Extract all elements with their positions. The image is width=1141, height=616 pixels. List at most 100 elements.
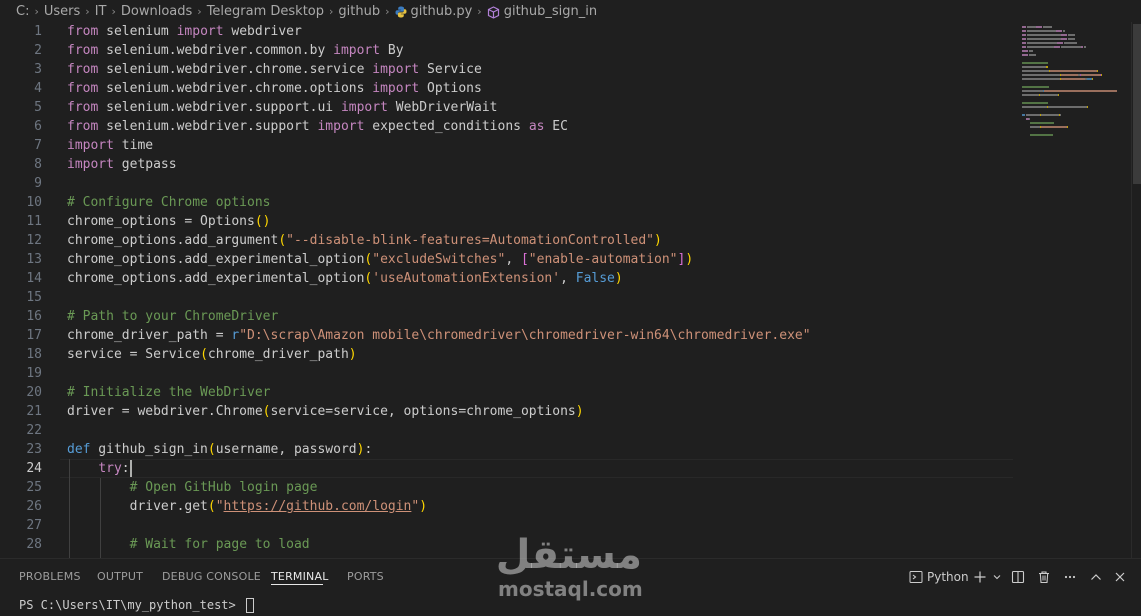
line-number[interactable]: 24 (2, 459, 42, 478)
breadcrumb-github-folder[interactable]: github (338, 4, 380, 19)
line-number[interactable]: 21 (2, 402, 42, 421)
breadcrumb-separator: › (385, 4, 390, 18)
code-line[interactable]: chrome_options = Options() (67, 212, 271, 231)
minimap-mark (1050, 70, 1097, 72)
line-number[interactable]: 7 (2, 136, 42, 155)
add-terminal-button[interactable] (971, 567, 989, 587)
code-line[interactable]: from selenium.webdriver.chrome.service i… (67, 60, 482, 79)
code-line[interactable]: driver = webdriver.Chrome(service=servic… (67, 402, 584, 421)
minimap-mark (1061, 46, 1081, 48)
code-line[interactable]: # Path to your ChromeDriver (67, 307, 278, 326)
line-number[interactable]: 8 (2, 155, 42, 174)
split-terminal-button[interactable] (1005, 567, 1031, 587)
line-number[interactable]: 20 (2, 383, 42, 402)
maximize-panel-button[interactable] (1083, 567, 1109, 587)
breadcrumb-telegram-desktop[interactable]: Telegram Desktop (207, 4, 324, 19)
code-area[interactable]: from selenium import webdriver from selen… (67, 22, 1017, 558)
breadcrumb-users[interactable]: Users (44, 4, 80, 19)
breadcrumb-file[interactable]: github.py (411, 4, 473, 19)
minimap[interactable] (1018, 22, 1130, 182)
code-line[interactable]: chrome_driver_path = r"D:\scrap\Amazon m… (67, 326, 811, 345)
kill-terminal-button[interactable] (1031, 567, 1057, 587)
line-number[interactable]: 11 (2, 212, 42, 231)
minimap-mark (1027, 46, 1054, 48)
minimap-mark (1081, 74, 1100, 76)
line-number[interactable]: 4 (2, 79, 42, 98)
breadcrumb-symbol[interactable]: github_sign_in (504, 4, 597, 19)
code-token: " (215, 499, 224, 514)
code-line[interactable]: from selenium import webdriver (67, 22, 302, 41)
code-line[interactable]: from selenium.webdriver.support.ui impor… (67, 98, 498, 117)
code-line[interactable]: import time (67, 136, 153, 155)
minimap-mark (1027, 26, 1036, 28)
code-line[interactable]: service = Service(chrome_driver_path) (67, 345, 357, 364)
code-token: ) (575, 404, 584, 419)
line-number[interactable]: 2 (2, 41, 42, 60)
minimap-mark (1101, 74, 1102, 76)
more-actions-button[interactable] (1057, 567, 1083, 587)
terminal-prompt: PS C:\Users\IT\my_python_test> (19, 598, 243, 612)
line-number[interactable]: 5 (2, 98, 42, 117)
tab-terminal[interactable]: TERMINAL (271, 570, 329, 583)
code-token: https://github.com/login (223, 499, 412, 514)
code-line[interactable]: driver.get("https://github.com/login") (67, 497, 427, 516)
line-number[interactable]: 18 (2, 345, 42, 364)
code-line[interactable]: # Wait for page to load (67, 535, 310, 554)
code-line[interactable]: # Initialize the WebDriver (67, 383, 271, 402)
code-token: from (67, 81, 99, 96)
line-number[interactable]: 6 (2, 117, 42, 136)
terminal-dropdown-button[interactable] (989, 567, 1005, 587)
line-number[interactable]: 16 (2, 307, 42, 326)
code-line[interactable]: import getpass (67, 155, 177, 174)
minimap-mark (1044, 90, 1117, 92)
line-number[interactable]: 12 (2, 231, 42, 250)
line-number[interactable]: 10 (2, 193, 42, 212)
code-line[interactable]: # Open GitHub login page (67, 478, 318, 497)
tab-output[interactable]: OUTPUT (97, 570, 143, 583)
tab-debug-console[interactable]: DEBUG CONSOLE (162, 570, 261, 583)
code-editor[interactable]: 1 2 3 4 5 6 7 8 9 10 11 12 13 14 15 16 17 18 19 20 21 22 23 24 2… (0, 22, 1141, 558)
line-number[interactable]: 15 (2, 288, 42, 307)
close-panel-button[interactable] (1109, 567, 1131, 587)
tab-problems[interactable]: PROBLEMS (19, 570, 81, 583)
breadcrumb-drive[interactable]: C: (16, 4, 29, 19)
line-number[interactable]: 9 (2, 174, 42, 193)
minimap-mark (1061, 38, 1067, 40)
terminal[interactable]: PS C:\Users\IT\my_python_test> (0, 595, 1141, 616)
line-number[interactable]: 14 (2, 269, 42, 288)
code-line[interactable]: from selenium.webdriver.chrome.options i… (67, 79, 482, 98)
scrollbar-thumb[interactable] (1133, 24, 1141, 184)
breadcrumb-downloads[interactable]: Downloads (121, 4, 192, 19)
code-line[interactable]: try: (67, 459, 132, 478)
code-token: def (67, 442, 91, 457)
line-number[interactable]: 22 (2, 421, 42, 440)
terminal-prompt-line[interactable]: PS C:\Users\IT\my_python_test> (19, 598, 254, 613)
code-line[interactable]: chrome_options.add_argument("--disable-b… (67, 231, 662, 250)
line-number[interactable]: 23 (2, 440, 42, 459)
breadcrumb-it[interactable]: IT (95, 4, 107, 19)
code-token: # Initialize the WebDriver (67, 385, 271, 400)
code-line[interactable]: def github_sign_in(username, password): (67, 440, 372, 459)
line-number[interactable]: 13 (2, 250, 42, 269)
code-line[interactable]: chrome_options.add_experimental_option("… (67, 250, 693, 269)
line-number[interactable]: 17 (2, 326, 42, 345)
code-token: selenium.webdriver.chrome.service (98, 62, 373, 77)
code-line[interactable]: from selenium.webdriver.support import e… (67, 117, 568, 136)
code-token: service=service, options=chrome_options (270, 404, 576, 419)
line-number[interactable]: 25 (2, 478, 42, 497)
code-token: import (333, 43, 381, 58)
tab-ports[interactable]: PORTS (347, 570, 384, 583)
line-number[interactable]: 3 (2, 60, 42, 79)
line-number[interactable]: 28 (2, 535, 42, 554)
code-line[interactable]: chrome_options.add_experimental_option('… (67, 269, 623, 288)
code-line[interactable]: from selenium.webdriver.common.by import… (67, 41, 404, 60)
line-number[interactable]: 19 (2, 364, 42, 383)
code-line[interactable]: # Configure Chrome options (67, 193, 271, 212)
minimap-mark (1022, 114, 1025, 116)
line-number[interactable]: 26 (2, 497, 42, 516)
terminal-profile-button[interactable]: Python (909, 567, 971, 587)
line-number[interactable]: 1 (2, 22, 42, 41)
code-token: selenium.webdriver.support (98, 119, 318, 134)
line-number[interactable]: 27 (2, 516, 42, 535)
minimap-mark (1067, 126, 1068, 128)
